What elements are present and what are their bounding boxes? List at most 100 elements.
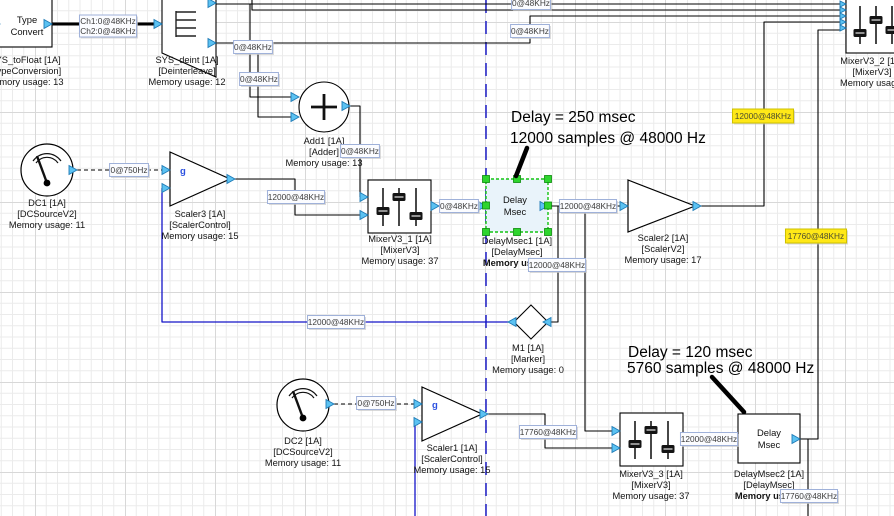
wire-rate-text: 12000@48KHz	[681, 434, 737, 444]
wire-rate-text: 0@48KHz	[440, 201, 478, 211]
block-class-label: [DelayMsec]	[491, 247, 542, 257]
mixer-sliders-icon	[377, 188, 423, 226]
wire-rate-label[interactable]: 0@48KHz	[341, 145, 381, 160]
block-display-name: Delay	[757, 427, 781, 438]
wire-rate-label[interactable]: 0@48KHz	[512, 0, 552, 11]
block-display-name: Type	[17, 14, 37, 25]
block-name-label: MixerV3_3 [1A]	[619, 469, 683, 479]
resize-handle[interactable]	[483, 229, 490, 236]
wire-rate-label[interactable]: 0@48KHz	[234, 41, 274, 56]
wire-rate-label[interactable]: 0@48KHz	[511, 25, 551, 40]
mixer-sliders-icon	[629, 421, 675, 459]
block-name-label: MixerV3_2 [1A]	[840, 56, 894, 66]
block-memory-label: Memory usage:	[840, 78, 894, 88]
wire-rate-text: 0@750Hz	[357, 398, 394, 408]
block-memory-label: Memory usage: 15	[414, 465, 491, 475]
wire-rate-label[interactable]: 12000@48KHz	[307, 316, 366, 331]
block-display-name: Delay	[503, 194, 527, 205]
block-memory-label: Memory usage: 13	[286, 158, 363, 168]
block-class-label: [TypeConversion]	[0, 66, 61, 76]
wire-rate-text: 17760@48KHz	[520, 427, 576, 437]
resize-handle[interactable]	[514, 229, 521, 236]
annotation-text: 5760 samples @ 48000 Hz	[627, 360, 814, 377]
wire-rate-text: 0@750Hz	[110, 165, 147, 175]
wire-rate-text: 12000@48KHz	[308, 317, 364, 327]
block-name-label: Scaler1 [1A]	[427, 443, 478, 453]
block-name-label: DC2 [1A]	[284, 436, 322, 446]
block-name-label: SYS_toFloat [1A]	[0, 55, 61, 65]
block-name-label: SYS_deint [1A]	[155, 55, 218, 65]
block-name-label: MixerV3_1 [1A]	[368, 234, 432, 244]
block-class-label: [MixerV3]	[852, 67, 891, 77]
wire-rate-text: 0@48KHz	[511, 26, 549, 36]
block-class-label: [DelayMsec]	[743, 480, 794, 490]
block-class-label: [MixerV3]	[631, 480, 670, 490]
wire-rate-text: 12000@48KHz	[529, 260, 585, 270]
wire-rate-text: 0@48KHz	[512, 0, 550, 8]
block-name-label: DC1 [1A]	[28, 198, 66, 208]
wire-rate-label[interactable]: 12000@48KHz	[680, 433, 739, 448]
block-body[interactable]	[21, 144, 73, 196]
block-memory-label: Memory usage: 37	[362, 256, 439, 266]
block-memory-label: Memory usage: 17	[625, 255, 702, 265]
annotation-text: Delay = 250 msec	[511, 109, 636, 126]
wire-rate-label[interactable]: 17760@48KHz	[519, 426, 578, 441]
schematic-svg: TypeConvert SYS_toFloat [1A][TypeConversi…	[0, 0, 894, 516]
wire-rate-label-highlighted[interactable]: 12000@48KHz	[732, 109, 795, 125]
wire-rate-label[interactable]: Ch1:0@48KHzCh2:0@48KHz	[79, 15, 138, 39]
block-display-name: Msec	[758, 439, 781, 450]
wire-rate-text: 12000@48KHz	[268, 192, 324, 202]
gain-input-label: g	[432, 400, 438, 411]
wire-rate-label[interactable]: 17760@48KHz	[780, 490, 839, 505]
annotation-text: Delay = 120 msec	[628, 344, 753, 361]
wire-rate-text: 17760@48KHz	[781, 491, 837, 501]
wire-rate-text: 17760@48KHz	[788, 231, 844, 241]
block-memory-label: Memory usage: 13	[0, 77, 64, 87]
block-class-label: [ScalerControl]	[421, 454, 483, 464]
wire-rate-label[interactable]: 0@750Hz	[357, 397, 397, 412]
gain-input-label: g	[180, 166, 186, 177]
block-class-label: [Deinterleave]	[158, 66, 215, 76]
resize-handle[interactable]	[545, 176, 552, 183]
wire-rate-label[interactable]: 0@48KHz	[240, 73, 280, 88]
block-class-label: [Marker]	[511, 354, 545, 364]
block-class-label: [Adder]	[309, 147, 339, 157]
wire-rate-label[interactable]: 0@48KHz	[440, 200, 480, 215]
block-memory-label: Memory usage: 0	[492, 365, 564, 375]
block-body[interactable]	[277, 379, 329, 431]
wire-rate-text: 12000@48KHz	[735, 111, 791, 121]
block-memory-label: Memory usage: 12	[149, 77, 226, 87]
block-memory-label: Memory usage: 11	[265, 458, 341, 468]
resize-handle[interactable]	[483, 202, 490, 209]
schematic-editor-canvas: TypeConvert SYS_toFloat [1A][TypeConversi…	[0, 0, 894, 516]
block-memory-label: Memory usage: 11	[9, 220, 85, 230]
block-name-label: Add1 [1A]	[304, 136, 345, 146]
wire-rate-label[interactable]: 12000@48KHz	[267, 191, 326, 206]
wire-rate-text: 0@48KHz	[240, 74, 278, 84]
block-name-label: Scaler3 [1A]	[175, 209, 226, 219]
block-class-label: [DCSourceV2]	[17, 209, 76, 219]
block-name-label: M1 [1A]	[512, 343, 544, 353]
block-name-label: Scaler2 [1A]	[638, 233, 689, 243]
wire-rate-text: Ch1:0@48KHz	[80, 16, 135, 26]
block-memory-label: Memory usage: 37	[613, 491, 690, 501]
wire-rate-text: 0@48KHz	[341, 146, 379, 156]
block-display-name: Convert	[11, 26, 44, 37]
wire-rate-label[interactable]: 0@750Hz	[110, 164, 150, 179]
wire-rate-label[interactable]: 12000@48KHz	[559, 200, 618, 215]
resize-handle[interactable]	[545, 229, 552, 236]
annotation-text: 12000 samples @ 48000 Hz	[510, 130, 706, 147]
block-class-label: [ScalerControl]	[169, 220, 231, 230]
resize-handle[interactable]	[545, 202, 552, 209]
block-name-label: DelayMsec2 [1A]	[734, 469, 804, 479]
block-memory-label: Memory usage: 15	[162, 231, 239, 241]
block-name-label: DelayMsec1 [1A]	[482, 236, 552, 246]
block-display-name: Msec	[504, 206, 527, 217]
wire-rate-text: 0@48KHz	[234, 42, 272, 52]
resize-handle[interactable]	[483, 176, 490, 183]
wire-rate-label-highlighted[interactable]: 17760@48KHz	[785, 229, 848, 245]
block-class-label: [DCSourceV2]	[273, 447, 332, 457]
wire-rate-text: 12000@48KHz	[560, 201, 616, 211]
wire-rate-label[interactable]: 12000@48KHz	[528, 259, 587, 274]
block-class-label: [ScalerV2]	[642, 244, 685, 254]
